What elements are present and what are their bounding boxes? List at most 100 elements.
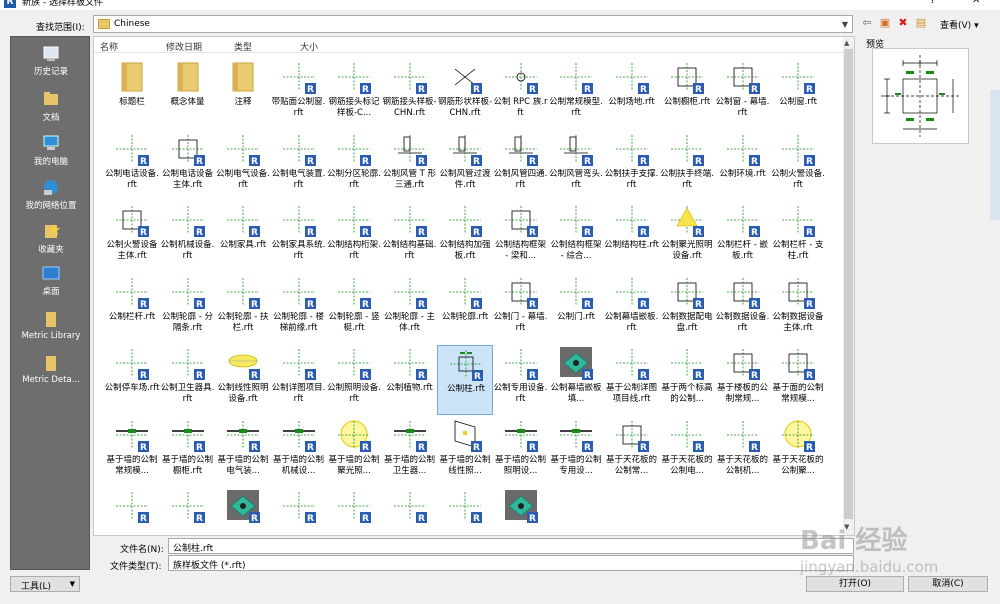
template-file-item[interactable]: R 公制火警设备主体.rft [104,202,160,272]
template-file-item[interactable]: R 公制专用设备.rft [493,345,549,415]
template-file-item[interactable]: R 公制窗.rft [770,59,826,129]
file-list[interactable]: 名称 修改日期 类型 大小 标题栏 概念体量 注释 R 带贴面公制窗.rft R 钢筋接头标… [93,36,855,536]
template-file-item[interactable]: R 公制结构桁架.rft [326,202,382,272]
place-desktop[interactable]: 桌面 [11,263,91,297]
folder-item[interactable]: 标题栏 [104,59,160,129]
help-button[interactable]: ? [930,0,935,6]
lookin-dropdown[interactable]: Chinese ▼ [93,15,853,33]
template-file-item[interactable]: R 公制结构基础.rft [382,202,438,272]
template-file-item[interactable]: R 公制详图项目.rft [271,345,327,415]
template-file-item[interactable]: R 公制卫生器具.rft [160,345,216,415]
template-file-item[interactable]: R 钢筋接头标记样板-C... [326,59,382,129]
template-file-item[interactable]: R [326,488,382,535]
column-date[interactable]: 修改日期 [166,40,202,53]
template-file-item[interactable]: R 公制栏杆.rft [104,274,160,344]
place-history[interactable]: 历史记录 [11,43,91,77]
template-file-item[interactable]: R 基于墙的公制线性照... [437,417,493,487]
back-arrow-icon[interactable]: ⇦ [860,16,874,30]
template-file-item[interactable]: R 公制结构框架 - 梁和... [493,202,549,272]
template-file-item[interactable]: R 公制电气设备.rft [215,131,271,201]
template-file-item[interactable]: R [437,488,493,535]
template-file-item[interactable]: R 钢筋接头样板-CHN.rft [382,59,438,129]
template-file-item[interactable]: R 基于天花板的公制电... [659,417,715,487]
view-menu-button[interactable]: 查看(V) ▾ [940,18,979,31]
template-file-item[interactable]: R 公制扶手支撑.rft [604,131,660,201]
template-file-item[interactable]: R 公制火警设备.rft [770,131,826,201]
template-file-item[interactable]: R [493,488,549,535]
template-file-item[interactable]: R 公制门.rft [548,274,604,344]
template-file-item[interactable]: R 公制家具系统.rft [271,202,327,272]
tools-button[interactable]: 工具(L) ▼ [10,576,80,592]
template-file-item[interactable]: R 公制家具.rft [215,202,271,272]
template-file-item[interactable]: R 基于楼板的公制常规... [715,345,771,415]
template-file-item[interactable]: R [215,488,271,535]
column-name[interactable]: 名称 [100,40,118,53]
template-file-item[interactable]: R 公制结构加强板.rft [437,202,493,272]
place-folder[interactable]: Metric Deta... [11,353,91,385]
place-computer[interactable]: 我的电脑 [11,133,91,167]
template-file-item[interactable]: R 公制栏杆 - 支柱.rft [770,202,826,272]
scroll-thumb[interactable] [844,49,853,519]
template-file-item[interactable]: R 基于两个标高的公制... [659,345,715,415]
up-folder-icon[interactable]: ▣ [878,16,892,30]
template-file-item[interactable]: R 公制风管过渡件.rft [437,131,493,201]
folder-item[interactable]: 概念体量 [160,59,216,129]
open-button[interactable]: 打开(O) [806,576,904,592]
template-file-item[interactable]: R 公制数据设备主体.rft [770,274,826,344]
template-file-item[interactable]: R 公制风管弯头.rft [548,131,604,201]
template-file-item[interactable]: R [160,488,216,535]
template-file-item[interactable]: R 公制轮廓 - 分隔条.rft [160,274,216,344]
folder-item[interactable]: 注释 [215,59,271,129]
template-file-item[interactable]: R 公制门 - 幕墙.rft [493,274,549,344]
column-size[interactable]: 大小 [300,40,318,53]
template-file-item[interactable]: R 公制轮廓 - 楼梯前缘.rft [271,274,327,344]
new-folder-icon[interactable]: ▤ [914,16,928,30]
template-file-item[interactable]: R 公制场地.rft [604,59,660,129]
template-file-item[interactable]: R 公制风管四通.rft [493,131,549,201]
template-file-item[interactable]: R 基于公制详图项目线.rft [604,345,660,415]
place-favorites[interactable]: 收藏夹 [11,221,91,255]
template-file-item[interactable]: R 公制电话设备主体.rft [160,131,216,201]
close-button[interactable]: ✕ [972,0,980,6]
template-file-item[interactable]: R 基于墙的公制照明设... [493,417,549,487]
template-file-item[interactable]: R [382,488,438,535]
template-file-item[interactable]: R 基于天花板的公制常... [604,417,660,487]
template-file-item[interactable]: R 公制窗 - 幕墙.rft [715,59,771,129]
template-file-item[interactable]: R 公制数据配电盘.rft [659,274,715,344]
template-file-item[interactable]: R 公制轮廓 - 竖梃.rft [326,274,382,344]
template-file-item[interactable]: R 公制结构框架 - 综合... [548,202,604,272]
delete-icon[interactable]: ✖ [896,16,910,30]
template-file-item[interactable]: R 公制幕墙嵌板填... [548,345,604,415]
template-file-item[interactable]: R 公制照明设备.rft [326,345,382,415]
template-file-item[interactable]: R 基于面的公制常规模... [770,345,826,415]
template-file-item[interactable]: R 公制电气装置.rft [271,131,327,201]
template-file-item[interactable]: R 公制柱.rft [437,345,493,415]
cancel-button[interactable]: 取消(C) [908,576,988,592]
template-file-item[interactable]: R 公制轮廓 - 扶栏.rft [215,274,271,344]
template-file-item[interactable]: R 基于天花板的公制机... [715,417,771,487]
template-file-item[interactable]: R 带贴面公制窗.rft [271,59,327,129]
template-file-item[interactable]: R [271,488,327,535]
template-file-item[interactable]: R 钢筋形状样板-CHN.rft [437,59,493,129]
template-file-item[interactable]: R 公制聚光照明设备.rft [659,202,715,272]
template-file-item[interactable]: R 公制结构柱.rft [604,202,660,272]
template-file-item[interactable]: R 公制停车场.rft [104,345,160,415]
template-file-item[interactable]: R 基于墙的公制聚光照... [326,417,382,487]
template-file-item[interactable]: R 基于墙的公制橱柜.rft [160,417,216,487]
place-folder[interactable]: Metric Library [11,309,91,341]
filename-input[interactable]: 公制柱.rft [168,538,854,554]
template-file-item[interactable]: R 公制机械设备.rft [160,202,216,272]
template-file-item[interactable]: R 公制环境.rft [715,131,771,201]
template-file-item[interactable]: R 基于墙的公制电气装... [215,417,271,487]
filetype-select[interactable]: 族样板文件 (*.rft) [168,555,854,571]
template-file-item[interactable]: R 公制风管 T 形三通.rft [382,131,438,201]
column-type[interactable]: 类型 [234,40,252,53]
template-file-item[interactable]: R 公制栏杆 - 嵌板.rft [715,202,771,272]
template-file-item[interactable]: R 基于墙的公制卫生器... [382,417,438,487]
template-file-item[interactable]: R [104,488,160,535]
template-file-item[interactable]: R 公制电话设备.rft [104,131,160,201]
template-file-item[interactable]: R 公制常规模型.rft [548,59,604,129]
place-network[interactable]: 我的网络位置 [11,177,91,211]
template-file-item[interactable]: R 公制幕墙嵌板.rft [604,274,660,344]
template-file-item[interactable]: R 公制 RPC 族.rft [493,59,549,129]
